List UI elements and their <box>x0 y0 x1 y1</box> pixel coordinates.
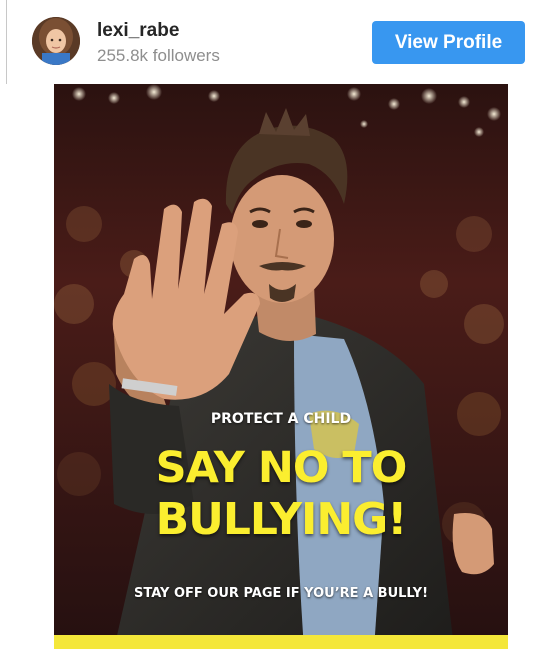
follower-count: 255.8k followers <box>97 46 220 65</box>
username[interactable]: lexi_rabe <box>97 19 179 43</box>
headline-line-1: SAY NO TO <box>155 443 408 493</box>
headline-line-2: BULLYING! <box>155 494 408 545</box>
instagram-embed-card: lexi_rabe 255.8k followers View Profile <box>0 0 540 662</box>
post-photo <box>54 84 508 649</box>
kicker-text: PROTECT A CHILD <box>210 411 352 427</box>
bottom-accent-bar <box>54 635 508 649</box>
post-image[interactable]: PROTECT A CHILD SAY NO TO BULLYING! STAY… <box>54 84 508 649</box>
view-profile-button[interactable]: View Profile <box>372 21 525 64</box>
avatar[interactable] <box>32 17 80 65</box>
profile-header: lexi_rabe 255.8k followers View Profile <box>0 0 540 84</box>
footer-text: STAY OFF OUR PAGE IF YOU’RE A BULLY! <box>133 586 429 601</box>
